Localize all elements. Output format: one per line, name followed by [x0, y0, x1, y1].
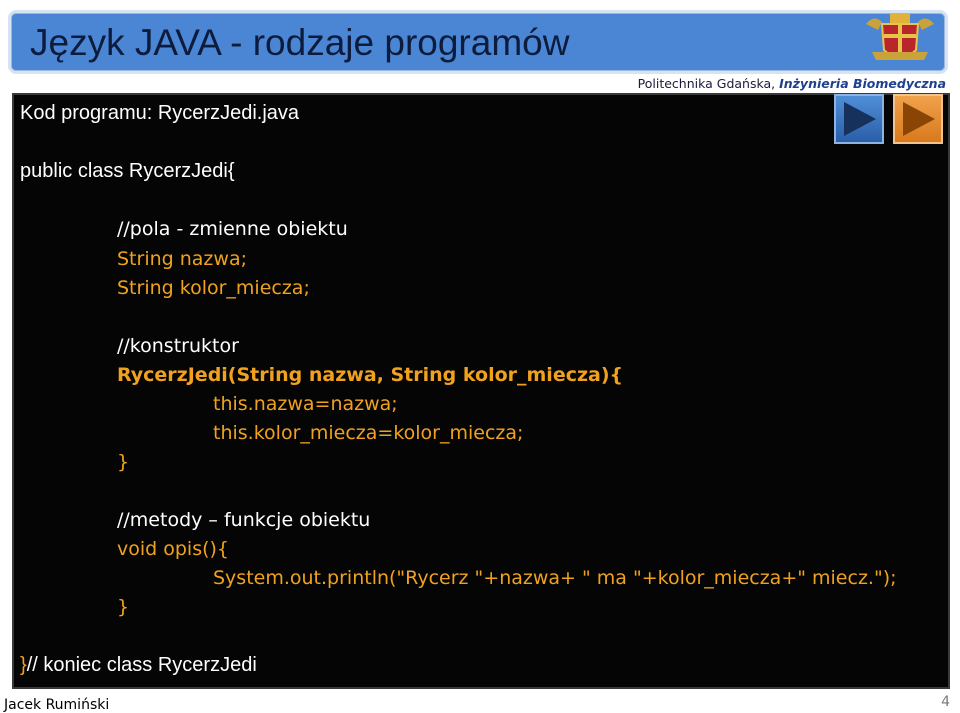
method-body: System.out.println("Rycerz "+nazwa+ " ma…	[213, 567, 897, 589]
constructor-close-brace: }	[117, 451, 130, 473]
previous-slide-button[interactable]	[834, 94, 884, 144]
class-close-comment: // koniec class RycerzJedi	[26, 654, 257, 676]
comment-constructor: //konstruktor	[117, 335, 239, 357]
code-heading: Kod programu: RycerzJedi.java	[20, 102, 300, 124]
class-close-brace: }	[20, 654, 27, 676]
comment-fields: //pola - zmienne obiektu	[117, 218, 348, 240]
university-crest-icon	[860, 10, 940, 72]
department-name: Inżynieria Biomedyczna	[779, 76, 946, 91]
constructor-line-2: this.kolor_miecza=kolor_miecza;	[213, 422, 524, 444]
slide-title: Język JAVA - rodzaje programów	[30, 22, 570, 63]
class-closing-line: }// koniec class RycerzJedi	[20, 654, 257, 677]
next-slide-button[interactable]	[893, 94, 943, 144]
play-right-icon	[903, 102, 935, 136]
constructor-line-1: this.nazwa=nazwa;	[213, 393, 398, 415]
institution-subtitle: Politechnika Gdańska, Inżynieria Biomedy…	[638, 76, 946, 91]
field-kolor-miecza: String kolor_miecza;	[117, 277, 310, 299]
constructor-signature: RycerzJedi(String nazwa, String kolor_mi…	[117, 364, 624, 386]
footer-author: Jacek Rumiński	[4, 697, 110, 713]
class-declaration: public class RycerzJedi{	[20, 160, 235, 182]
play-left-icon	[844, 102, 876, 136]
institution-name: Politechnika Gdańska,	[637, 76, 780, 91]
comment-methods: //metody – funkcje obiektu	[117, 509, 371, 531]
method-signature: void opis(){	[117, 538, 230, 560]
field-nazwa: String nazwa;	[117, 248, 247, 270]
method-close-brace: }	[117, 596, 130, 618]
page-number: 4	[941, 694, 950, 710]
